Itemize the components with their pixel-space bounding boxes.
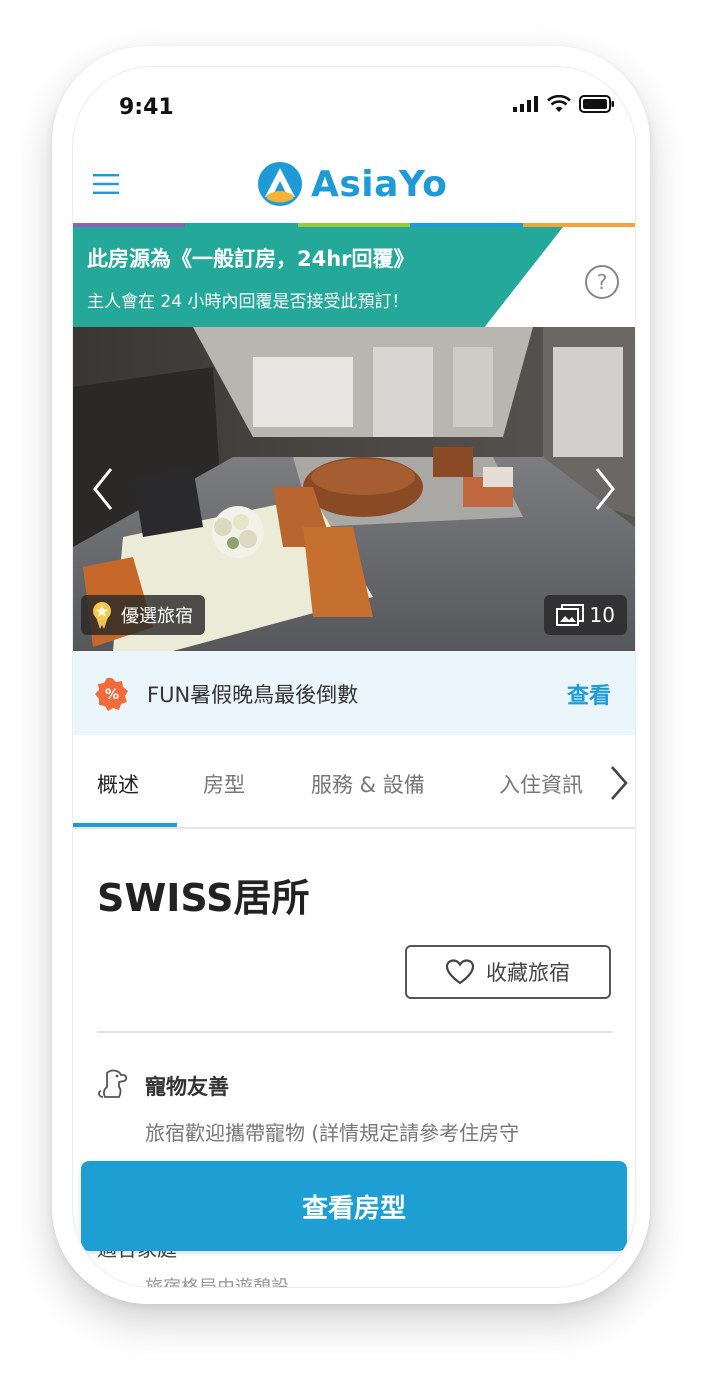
brand-logo[interactable]: AsiaYo [257, 161, 447, 207]
discount-icon-text: % [105, 687, 119, 703]
property-title: SWISS居所 [97, 876, 310, 920]
active-tab-indicator [73, 823, 177, 827]
booking-notice-banner: 此房源為《一般訂房，24hr回覆》 主人會在 24 小時內回覆是否接受此預訂！ … [73, 227, 635, 327]
signal-icon [513, 96, 538, 112]
battery-icon [579, 95, 614, 113]
pet-icon [98, 1069, 128, 1098]
chevron-left-icon[interactable] [91, 467, 115, 511]
view-rooms-button[interactable]: 查看房型 [81, 1161, 627, 1251]
notice-title: 此房源為《一般訂房，24hr回覆》 [87, 247, 415, 271]
divider [97, 1031, 613, 1033]
preferred-badge-label: 優選旅宿 [121, 606, 193, 627]
discount-icon: % [95, 678, 128, 711]
photo-count: 10 [589, 603, 615, 627]
tab-room-types[interactable]: 房型 [203, 769, 245, 799]
status-icons [513, 95, 615, 113]
hidden-feature-description: 旅宿格局由遊憩設 [145, 1277, 289, 1288]
feature-title: 寵物友善 [145, 1075, 229, 1099]
logo-text: AsiaYo [311, 163, 448, 205]
help-icon[interactable]: ? [585, 265, 619, 299]
promo-bar[interactable]: % FUN暑假晚鳥最後倒數 查看 [73, 651, 635, 735]
preferred-badge: 優選旅宿 [81, 595, 205, 635]
screen: 9:41 AsiaYo 此房源為《一般訂房，24hr回覆》 主人會在 24 小時… [72, 66, 636, 1288]
logo-mark-icon [258, 162, 302, 206]
app-header: AsiaYo [73, 151, 635, 223]
menu-icon[interactable] [93, 173, 119, 195]
property-photo-carousel[interactable]: 優選旅宿 10 [73, 327, 635, 651]
promo-view-link[interactable]: 查看 [567, 678, 611, 710]
tab-services-facilities[interactable]: 服務 & 設備 [311, 769, 425, 799]
status-time: 9:41 [119, 95, 174, 120]
favorite-button[interactable]: 收藏旅宿 [405, 945, 611, 999]
wifi-icon [547, 95, 571, 112]
gallery-icon [555, 604, 584, 626]
favorite-label: 收藏旅宿 [486, 961, 570, 985]
tab-overview[interactable]: 概述 [97, 769, 139, 799]
chevron-right-icon[interactable] [609, 765, 629, 801]
feature-description: 旅宿歡迎攜帶寵物 (詳情規定請參考住房守 [145, 1121, 520, 1145]
heart-icon [446, 959, 474, 985]
chevron-right-icon[interactable] [593, 467, 617, 511]
phone-frame: 9:41 AsiaYo 此房源為《一般訂房，24hr回覆》 主人會在 24 小時… [52, 46, 650, 1304]
status-bar: 9:41 [73, 67, 635, 137]
section-tabs: 概述 房型 服務 & 設備 入住資訊 [73, 735, 635, 829]
tab-check-in-info[interactable]: 入住資訊 [499, 769, 583, 799]
award-icon [93, 602, 111, 629]
photo-count-badge[interactable]: 10 [543, 595, 627, 635]
notice-background [73, 227, 563, 327]
notice-subtitle: 主人會在 24 小時內回覆是否接受此預訂！ [87, 292, 409, 312]
promo-text: FUN暑假晚鳥最後倒數 [147, 683, 359, 707]
